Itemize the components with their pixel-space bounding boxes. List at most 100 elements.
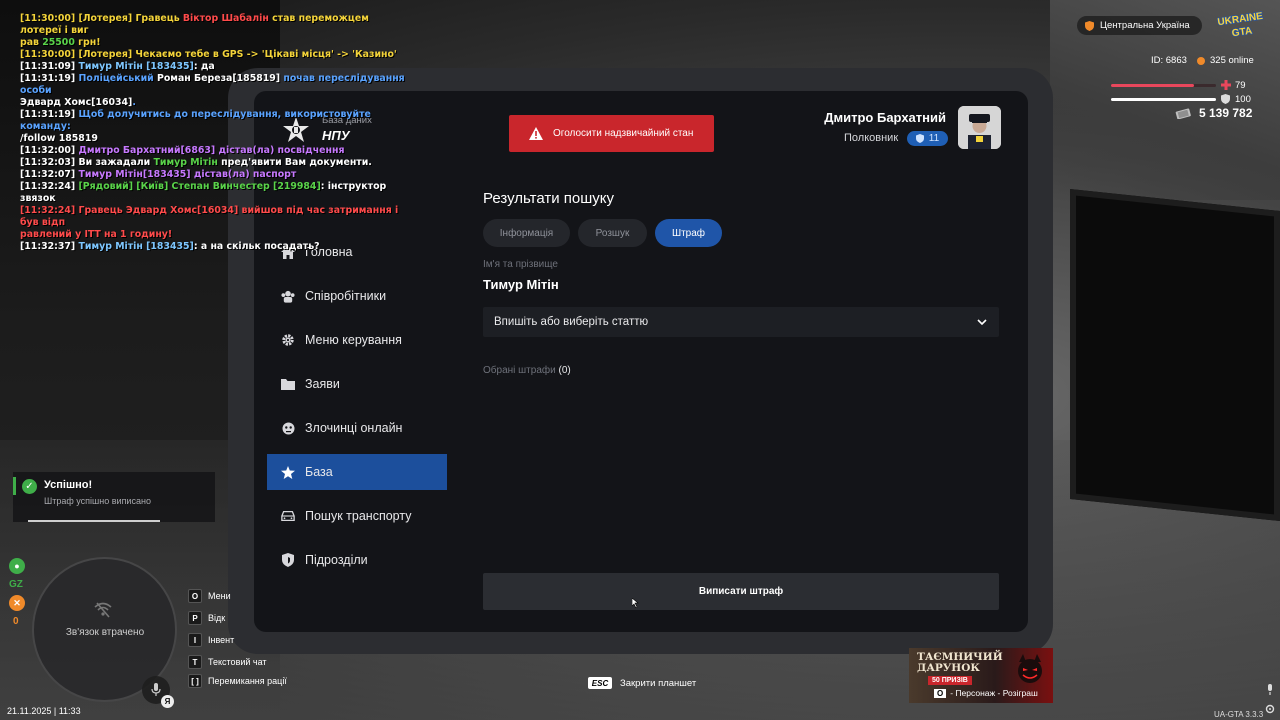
gz-label: GZ [9, 579, 23, 590]
version-label: UA-GTA 3.3.3 [1214, 710, 1264, 719]
chat-line: /follow 185819 [20, 133, 405, 145]
chat-segment: Тимур Мітін [183435] [78, 61, 194, 72]
settings-small-icon [1265, 704, 1275, 714]
health-icon [1221, 80, 1231, 90]
chat-segment: Поліцейський [78, 73, 157, 84]
chat-segment: Тимур Мітін[183435] дістав(ла) паспорт [78, 169, 297, 180]
key-hint: I Інвент [188, 633, 234, 647]
rank-level: 11 [928, 133, 940, 144]
chat-line: [11:32:37] Тимур Мітін [183435]: а на ск… [20, 241, 405, 253]
chat-line: Эдвард Хомс[16034]. [20, 97, 405, 109]
sidebar-item-label: База [305, 465, 333, 479]
chat-segment: [11:32:24] Гравець Эдвард Хомс[16034] ви… [20, 205, 399, 228]
chat-segment: [11:32:24] [20, 181, 79, 192]
chat-segment: [11:32:07] [20, 169, 79, 180]
ukraine-gta-logo: UKRAINE GTA [1216, 11, 1264, 39]
issue-fine-button[interactable]: Виписати штраф [483, 573, 999, 610]
notification-title: Успішно! [44, 479, 93, 491]
chat-segment: [11:31:19] [20, 73, 79, 84]
key-hint: O Мени [188, 589, 231, 603]
selected-fines: Обрані штрафи (0) [483, 365, 571, 376]
region-shield-icon [1085, 20, 1094, 31]
sidebar-item[interactable]: Меню керування [267, 322, 447, 358]
sidebar-item-label: Співробітники [305, 289, 387, 303]
sidebar-item[interactable]: Злочинці онлайн [267, 410, 447, 446]
rank-badge: 11 [907, 131, 948, 146]
chat-segment: грн! [78, 37, 101, 48]
chat-segment: Віктор Шабалін [182, 13, 273, 24]
wifi-off-icon [94, 602, 112, 618]
promo-bottom: O - Персонаж - Розіграш [934, 688, 1038, 698]
svg-text:GTA: GTA [1231, 26, 1253, 39]
chat-segment: /follow 185819 [20, 133, 98, 144]
mic-badge: Я [161, 695, 174, 708]
sidebar-item[interactable]: Заяви [267, 366, 447, 402]
online-count: 325 online [1197, 55, 1254, 66]
user-name: Дмитро Бархатний [824, 110, 946, 125]
tab-info[interactable]: Інформація [483, 219, 570, 247]
player-id: ID: 6863 [1151, 55, 1187, 66]
chat-line: [11:31:19] Щоб долучитись до переслідува… [20, 109, 405, 133]
gear-icon [281, 333, 295, 347]
chat-segment: пред'явити Вам документи. [221, 157, 372, 168]
shield-icon [281, 553, 295, 567]
notification-text: Штраф успішно виписано [44, 496, 151, 506]
mask-icon [281, 421, 295, 435]
promo-key: O [934, 688, 947, 698]
emergency-button[interactable]: Оголосити надзвичайний стан [509, 115, 714, 152]
online-dot-icon [1197, 56, 1205, 65]
background-monitor [1070, 188, 1280, 522]
armor-bar [1111, 98, 1216, 101]
chat-segment: Гравець [135, 13, 183, 24]
chat-segment: [11:31:09] [20, 61, 79, 72]
devil-face-icon [1018, 654, 1042, 683]
notification-progress [28, 520, 160, 522]
chat-segment: Дмитро Бархатний[6863] дістав(ла) посвід… [78, 145, 345, 156]
key-hint: [ ] Перемикання рації [188, 674, 287, 688]
chat-segment: Тимур Мітін [153, 157, 222, 168]
promo-banner[interactable]: ТАЄМНИЧИЙ ДАРУНОК 50 ПРИЗІВ O - Персонаж… [909, 648, 1053, 703]
chat-line: [11:32:03] Ви зажадали Тимур Мітін пред'… [20, 157, 405, 169]
chat-line: рав 25500 грн! [20, 37, 405, 49]
notification-toast: ✓ Успішно! Штраф успішно виписано [13, 472, 215, 522]
sidebar-item-label: Заяви [305, 377, 340, 391]
chat-line: [11:32:24] [Рядовий] [Київ] Степан Винче… [20, 181, 405, 205]
chat-line: [11:32:24] Гравець Эдвард Хомс[16034] ви… [20, 205, 405, 229]
sidebar-item-label: Меню керування [305, 333, 402, 347]
chat-log: [11:30:00] [Лотерея] Гравець Віктор Шаба… [20, 13, 405, 253]
mouse-cursor-icon [632, 598, 639, 608]
key-cap: T [188, 655, 202, 669]
folder-icon [281, 377, 295, 391]
article-select-placeholder: Впишіть або виберіть статтю [494, 316, 649, 328]
armor-value: 100 [1235, 94, 1251, 105]
promo-text: - Персонаж - Розіграш [950, 688, 1038, 698]
check-icon: ✓ [22, 479, 37, 494]
chat-line: [11:31:19] Поліцейський Роман Береза[185… [20, 73, 405, 97]
sidebar-item[interactable]: Підрозділи [267, 542, 447, 578]
promo-badge: 50 ПРИЗІВ [928, 676, 972, 685]
key-hint-label: Текстовий чат [208, 657, 267, 667]
chat-line: [11:31:09] Тимур Мітін [183435]: да [20, 61, 405, 73]
connection-status: Зв'язок втрачено [65, 627, 145, 638]
key-hint-label: Перемикання рації [208, 676, 287, 686]
promo-title: ТАЄМНИЧИЙ ДАРУНОК [917, 651, 1003, 674]
mic-small-icon [1268, 684, 1272, 695]
sidebar-item-label: Підрозділи [305, 553, 368, 567]
tab-wanted[interactable]: Розшук [578, 219, 647, 247]
chat-segment: : а на скільк посадать? [193, 241, 320, 252]
selected-fines-label: Обрані штрафи [483, 365, 556, 376]
article-select[interactable]: Впишіть або виберіть статтю [483, 307, 999, 337]
datetime: 21.11.2025 | 11:33 [7, 706, 81, 716]
green-shield-icon: ● [9, 558, 25, 574]
sidebar-item[interactable]: Пошук транспорту [267, 498, 447, 534]
sidebar-item[interactable]: База [267, 454, 447, 490]
key-cap: [ ] [188, 674, 202, 688]
chat-segment: [11:30:00] [Лотерея] Чекаємо тебе в GPS … [20, 49, 397, 60]
sidebar-item[interactable]: Співробітники [267, 278, 447, 314]
avatar[interactable] [958, 106, 1001, 149]
key-hint: P Відк [188, 611, 225, 625]
chat-segment: [11:32:03] Ви зажадали [20, 157, 154, 168]
region-pill: Центральна Україна [1077, 16, 1202, 35]
users-icon [281, 289, 295, 303]
tab-fine[interactable]: Штраф [655, 219, 722, 247]
